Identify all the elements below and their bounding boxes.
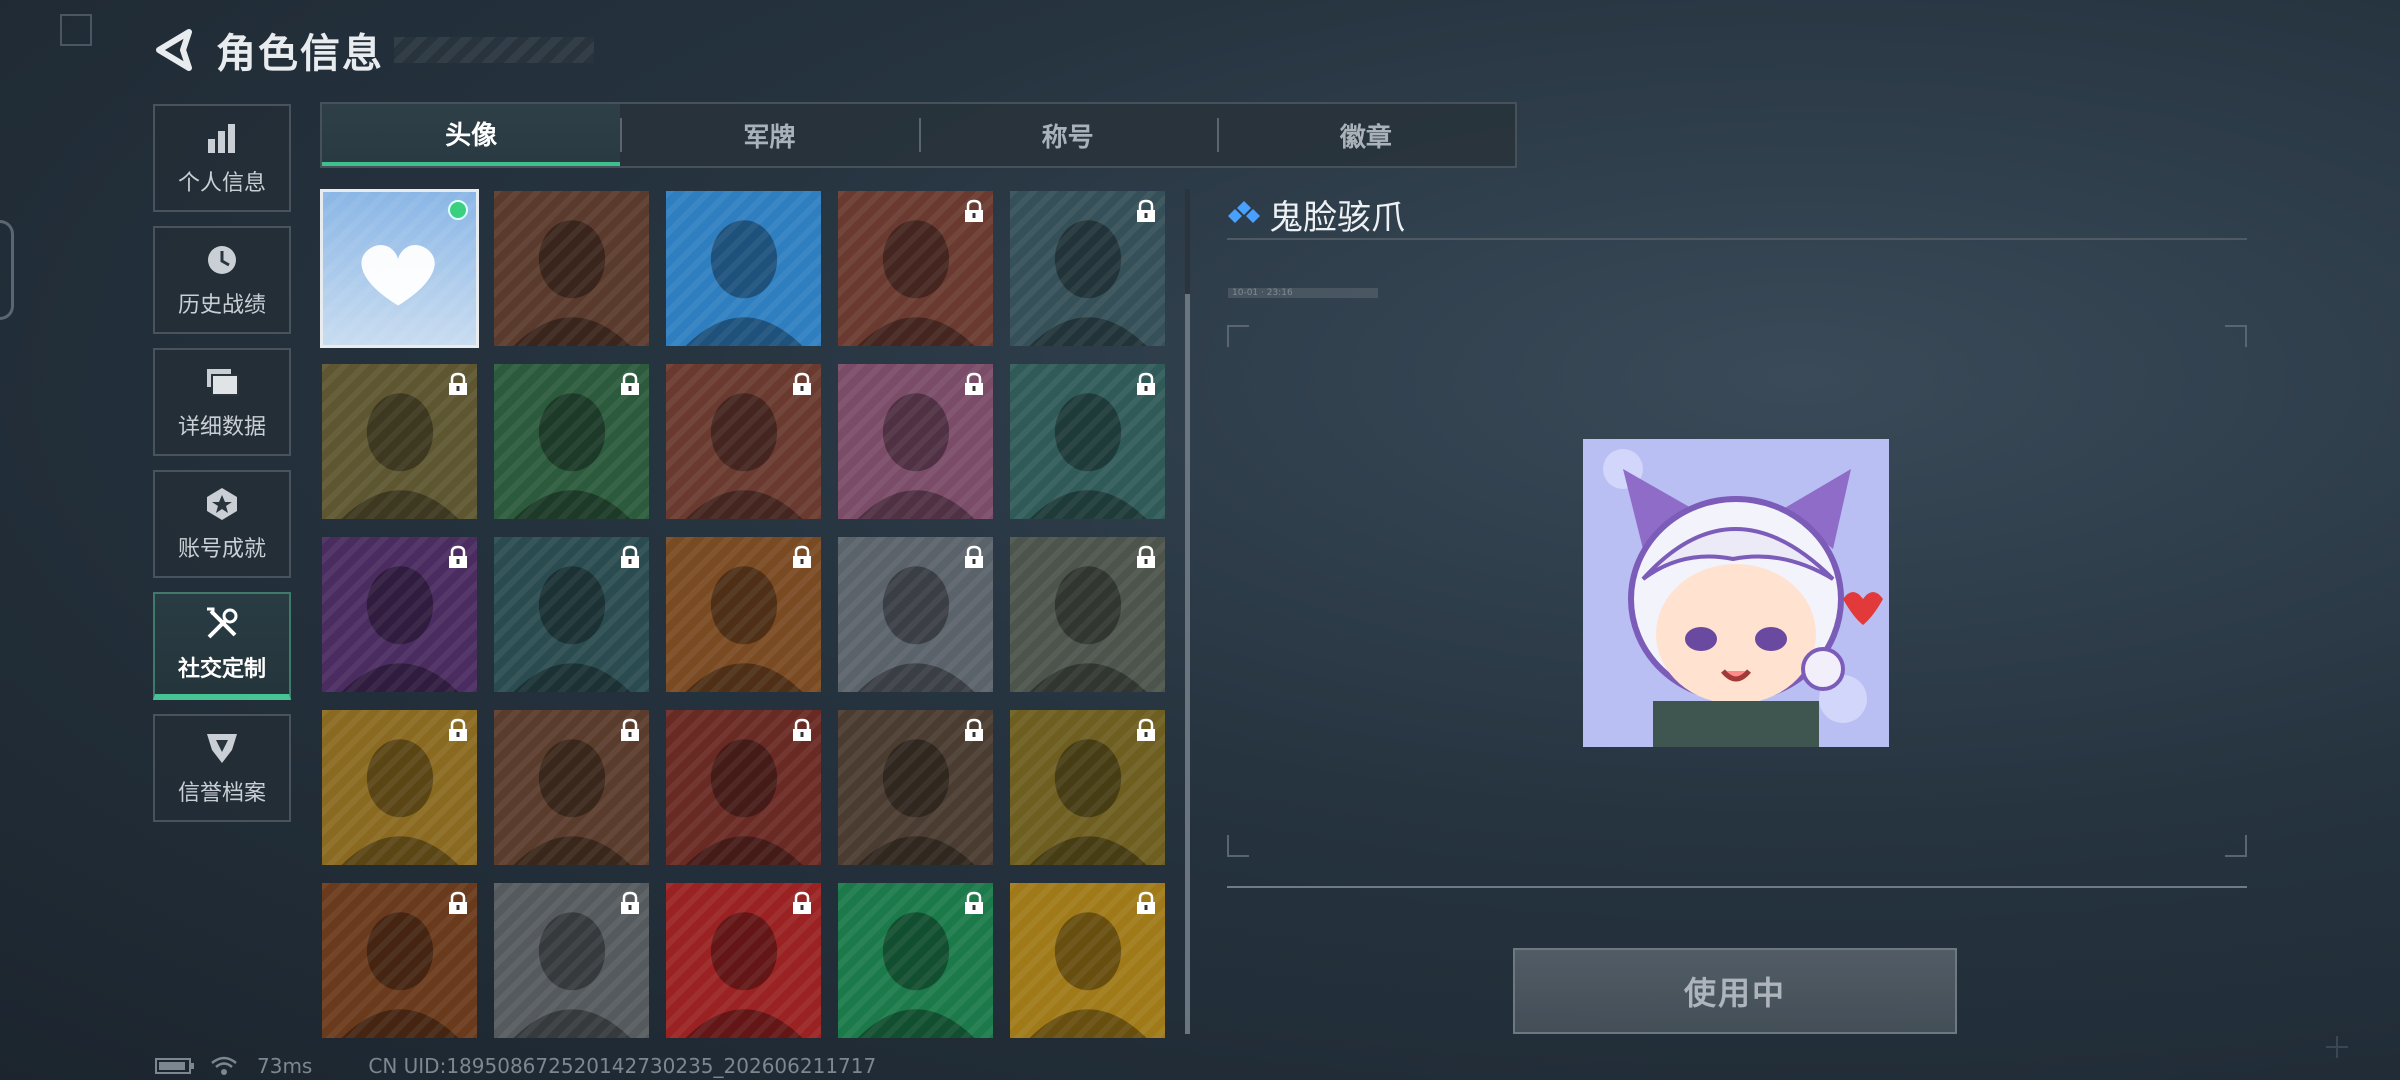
sidebar-item-label: 个人信息 — [177, 171, 266, 196]
clock-history-icon — [203, 241, 241, 279]
avatar-tile-green-headset-operator[interactable] — [492, 362, 651, 521]
avatar-tile-orange-explosion[interactable] — [320, 881, 479, 1040]
lock-icon — [1135, 545, 1157, 569]
ping-text: 73ms — [257, 1054, 313, 1078]
tab-dog-tag[interactable]: 军牌 — [620, 104, 918, 166]
lock-icon — [1135, 891, 1157, 915]
avatar-tile-green-cross-emblem[interactable] — [836, 881, 995, 1040]
lock-icon — [963, 718, 985, 742]
achievement-star-icon — [203, 485, 241, 523]
lock-icon — [791, 372, 813, 396]
avatar-tile-orange-masked-operator[interactable] — [664, 535, 823, 694]
tab-bar: 头像 军牌 称号 徽章 — [320, 102, 1517, 168]
avatar-tile-blue-operator-portrait[interactable] — [664, 189, 823, 348]
sidebar-item-credit-record[interactable]: 信誉档案 — [153, 714, 291, 822]
avatar-preview-image — [1583, 439, 1889, 747]
avatar-tile-gray-star-emblem[interactable] — [836, 535, 995, 694]
lock-icon — [447, 545, 469, 569]
title-decoration — [394, 37, 594, 63]
avatar-name: 鬼脸骇爪 — [1269, 197, 1405, 238]
lock-icon — [447, 718, 469, 742]
lock-icon — [447, 891, 469, 915]
sidebar-item-achievements[interactable]: 账号成就 — [153, 470, 291, 578]
side-edge-handle[interactable] — [0, 220, 14, 320]
tab-title[interactable]: 称号 — [918, 104, 1217, 166]
uid-text: CN UID:18950867252014273023​5_2026062117… — [368, 1054, 877, 1078]
bar-chart-icon — [203, 119, 241, 157]
avatar-tile-gray-battlefield-scene[interactable] — [1008, 535, 1167, 694]
lock-icon — [963, 372, 985, 396]
avatar-tile-yellow-glasses-operator[interactable] — [1008, 708, 1167, 867]
lock-icon — [791, 545, 813, 569]
sidebar-item-personal-info[interactable]: 个人信息 — [153, 104, 291, 212]
avatar-tile-teal-masked-operator[interactable] — [492, 535, 651, 694]
shield-emblem-icon — [203, 729, 241, 767]
avatar-tile-gray-pistol-operator[interactable] — [492, 881, 651, 1040]
avatar-tile-yellow-robot-mascot[interactable] — [320, 708, 479, 867]
tab-badge[interactable]: 徽章 — [1216, 104, 1515, 166]
avatar-tile-brown-cap-operator[interactable] — [836, 189, 995, 348]
wifi-icon — [211, 1056, 237, 1075]
in-use-indicator — [448, 200, 468, 220]
folder-icon — [203, 363, 241, 401]
page-title: 角色信息 — [216, 31, 384, 77]
avatar-tile-teal-glasses-operator[interactable] — [1008, 362, 1167, 521]
back-button[interactable] — [150, 27, 196, 73]
sidebar-item-label: 信誉档案 — [177, 781, 266, 806]
avatar-tile-pink-white-hair-operator[interactable] — [836, 362, 995, 521]
sidebar-item-match-history[interactable]: 历史战绩 — [153, 226, 291, 334]
avatar-tile-red-shield-emblem[interactable] — [664, 881, 823, 1040]
lock-icon — [619, 718, 641, 742]
sidebar-item-detailed-data[interactable]: 详细数据 — [153, 348, 291, 456]
status-bar: 73ms CN UID:18950867252014273023​5_20260… — [155, 1052, 876, 1080]
sidebar-item-label: 详细数据 — [177, 415, 266, 440]
sidebar: 个人信息 历史战绩 详细数据 账号成就 社交定制 信誉档案 — [153, 104, 291, 836]
battery-icon — [155, 1058, 194, 1074]
lock-icon — [963, 199, 985, 223]
avatar-tile-bald-bearded-operator[interactable] — [320, 362, 479, 521]
lock-icon — [619, 545, 641, 569]
tab-avatar[interactable]: 头像 — [322, 104, 621, 166]
sidebar-item-label: 账号成就 — [177, 537, 266, 562]
back-arrow-icon — [156, 29, 192, 71]
lock-icon — [791, 718, 813, 742]
avatar-tile-purple-bubblegum-operator[interactable] — [320, 535, 479, 694]
avatar-tile-red-hair-operator[interactable] — [664, 708, 823, 867]
preview-divider — [1227, 886, 2247, 888]
sidebar-item-label: 历史战绩 — [177, 293, 266, 318]
window-corner-icon — [60, 14, 92, 46]
avatar-tile-eri-globe-emblem[interactable] — [836, 708, 995, 867]
avatar-tile-heart-cloud-sky[interactable] — [320, 189, 479, 348]
sidebar-item-social-customization[interactable]: 社交定制 — [153, 592, 291, 700]
plus-corner-icon — [2326, 1036, 2348, 1058]
avatar-grid — [320, 189, 1170, 1040]
sidebar-item-label: 社交定制 — [177, 657, 266, 682]
lock-icon — [963, 545, 985, 569]
lock-icon — [1135, 718, 1157, 742]
lock-icon — [619, 891, 641, 915]
lock-icon — [963, 891, 985, 915]
avatar-tile-brown-scales-emblem[interactable] — [492, 708, 651, 867]
avatar-tile-red-helmet-operator[interactable] — [664, 362, 823, 521]
lock-icon — [1135, 199, 1157, 223]
scrollbar-thumb[interactable] — [1185, 294, 1190, 1034]
lock-icon — [447, 372, 469, 396]
grid-scrollbar[interactable] — [1185, 189, 1190, 1034]
lock-icon — [1135, 372, 1157, 396]
lock-icon — [619, 372, 641, 396]
avatar-subtext: 10-01 · 23:16 — [1228, 288, 1378, 298]
diamond-cluster-icon — [1228, 201, 1260, 223]
avatar-detail-header: 鬼脸骇爪 — [1227, 190, 2247, 240]
avatar-tile-teal-helmet-operator[interactable] — [1008, 189, 1167, 348]
avatar-tile-yellow-a-emblem[interactable] — [1008, 881, 1167, 1040]
in-use-button[interactable]: 使用中 — [1513, 948, 1957, 1034]
page-header: 角色信息 — [150, 20, 594, 80]
tools-wrench-icon — [203, 605, 241, 643]
lock-icon — [791, 891, 813, 915]
avatar-tile-triangle-emblem[interactable] — [492, 189, 651, 348]
